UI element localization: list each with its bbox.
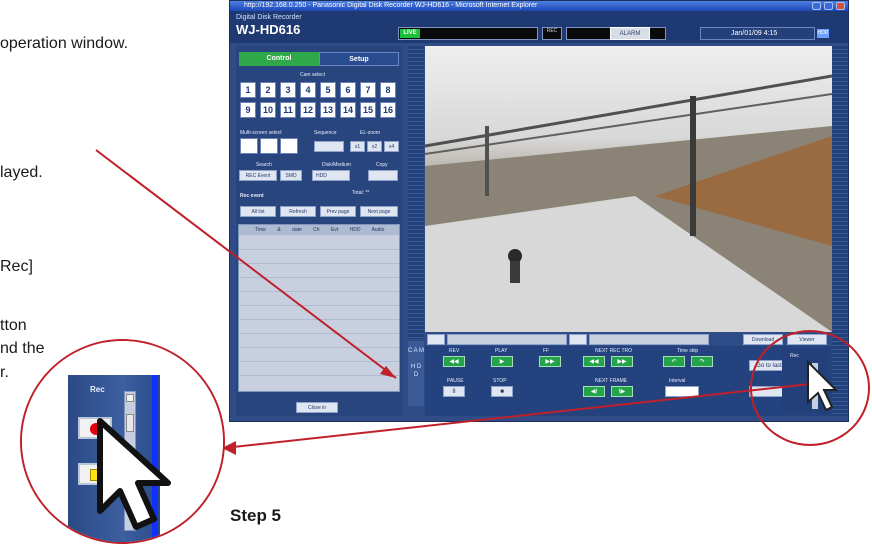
manual-page: operation window. layed. Rec] tton nd th… xyxy=(0,0,872,546)
zoom-connector-line xyxy=(223,383,811,449)
highlight-circle xyxy=(750,330,870,446)
zoom-inset: Rec xyxy=(20,339,225,544)
large-cursor-icon xyxy=(97,418,171,530)
zoom-cursor xyxy=(97,418,171,530)
